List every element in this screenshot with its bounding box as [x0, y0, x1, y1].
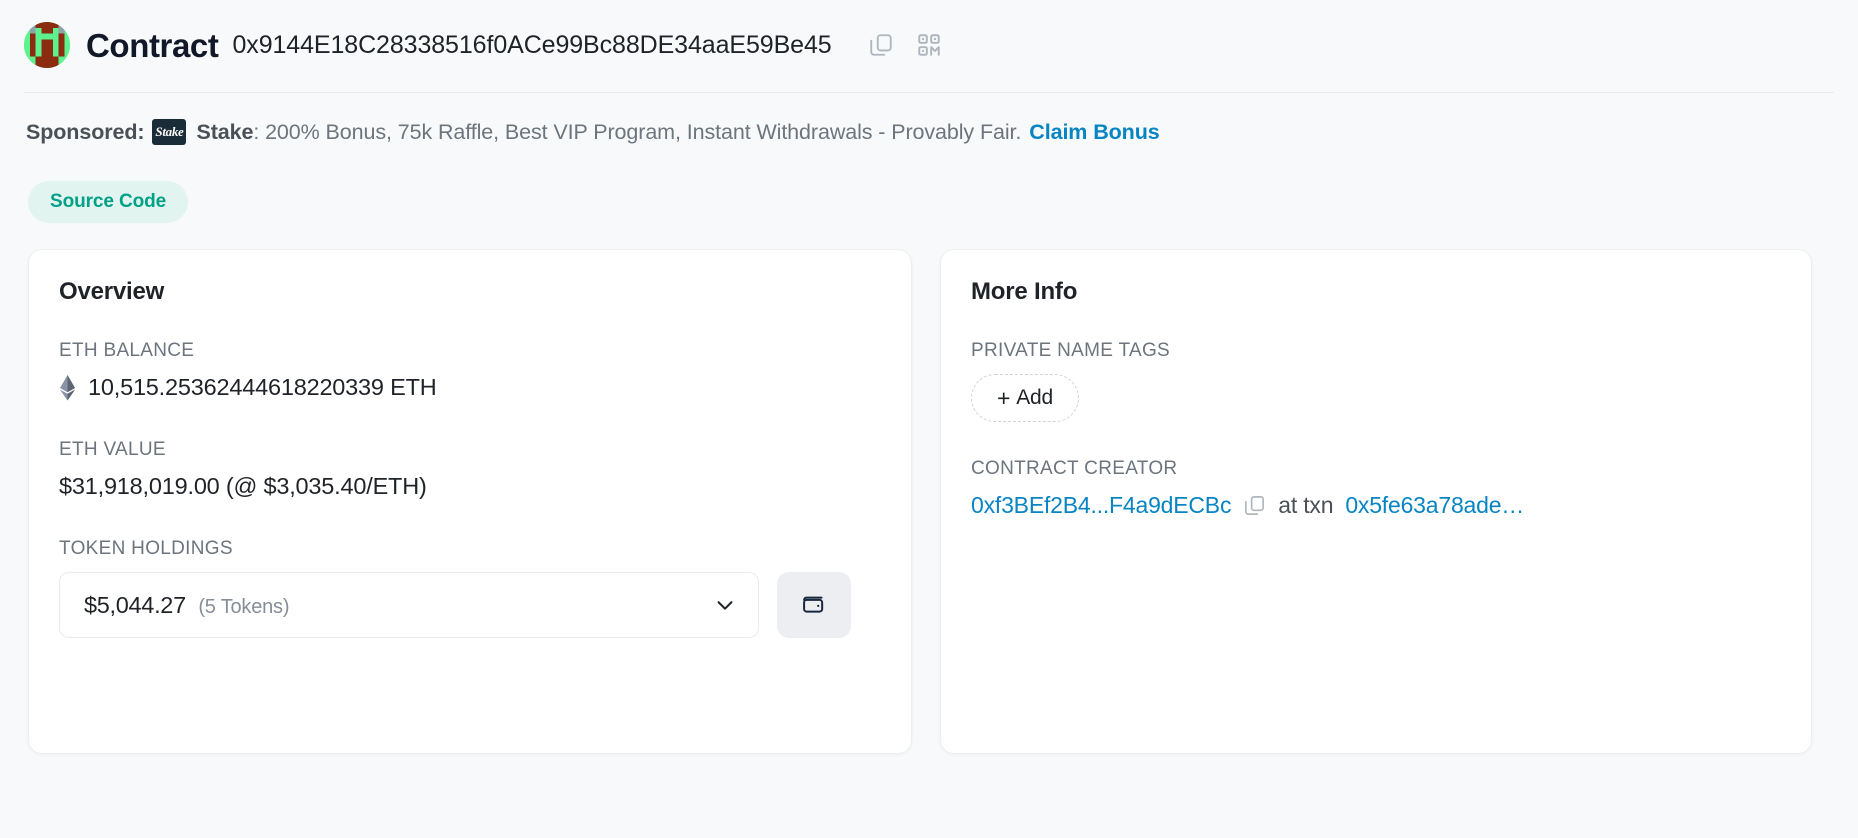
contract-creator-row: 0xf3BEf2B4...F4a9dECBc at txn 0x5fe63a78…	[971, 492, 1781, 519]
page-header: Contract 0x9144E18C28338516f0ACe99Bc88DE…	[0, 0, 1858, 72]
sponsor-message: : 200% Bonus, 75k Raffle, Best VIP Progr…	[253, 119, 1022, 144]
wallet-button[interactable]	[777, 572, 851, 638]
stake-logo-icon: Stake	[152, 119, 187, 145]
qr-code-icon[interactable]	[916, 32, 942, 58]
creation-txn-link[interactable]: 0x5fe63a78ade…	[1345, 492, 1524, 519]
eth-balance-label: ETH BALANCE	[59, 340, 195, 361]
tab-source-code[interactable]: Source Code	[28, 181, 189, 223]
eth-value-value: $31,918,019.00 (@ $3,035.40/ETH)	[59, 473, 427, 499]
token-holdings-label: TOKEN HOLDINGS	[59, 538, 233, 559]
stake-logo-text: Stake	[155, 124, 184, 139]
private-name-tags-label: PRIVATE NAME TAGS	[971, 340, 1171, 361]
contract-address: 0x9144E18C28338516f0ACe99Bc88DE34aaE59Be…	[232, 30, 832, 59]
more-info-card: More Info PRIVATE NAME TAGS + Add CONTRA…	[940, 249, 1812, 754]
contract-creator-label: CONTRACT CREATOR	[971, 458, 1178, 479]
tab-bar: Source Code	[0, 145, 1858, 223]
copy-icon[interactable]	[868, 32, 894, 58]
sponsor-name: Stake	[196, 119, 254, 144]
more-info-title: More Info	[971, 278, 1078, 305]
add-button-label: Add	[1016, 386, 1053, 409]
cards-row: Overview ETH BALANCE 10,515.253624446182…	[0, 223, 1858, 754]
overview-card: Overview ETH BALANCE 10,515.253624446182…	[28, 249, 912, 754]
at-txn-text: at txn	[1278, 492, 1334, 518]
claim-bonus-link[interactable]: Claim Bonus	[1029, 120, 1159, 145]
contract-page: Contract 0x9144E18C28338516f0ACe99Bc88DE…	[0, 0, 1858, 838]
creator-address-link[interactable]: 0xf3BEf2B4...F4a9dECBc	[971, 492, 1231, 519]
sponsored-label: Sponsored:	[26, 119, 145, 144]
ethereum-icon	[59, 374, 76, 401]
add-private-name-tag-button[interactable]: + Add	[971, 374, 1079, 422]
sponsored-banner: Sponsored: Stake Stake : 200% Bonus, 75k…	[0, 93, 1858, 145]
wallet-icon	[800, 590, 828, 621]
eth-value-label: ETH VALUE	[59, 439, 166, 460]
plus-icon: +	[997, 384, 1011, 411]
token-holdings-row: $5,044.27 (5 Tokens)	[59, 572, 881, 638]
eth-balance-value-row: 10,515.25362444618220339 ETH	[59, 374, 881, 401]
chevron-down-icon	[714, 594, 736, 616]
token-holdings-amount: $5,044.27	[84, 591, 186, 618]
copy-icon[interactable]	[1243, 494, 1266, 517]
token-holdings-count: (5 Tokens)	[198, 595, 290, 618]
contract-identicon-avatar	[24, 22, 70, 68]
token-holdings-dropdown[interactable]: $5,044.27 (5 Tokens)	[59, 572, 759, 638]
overview-title: Overview	[59, 278, 165, 305]
eth-balance-value: 10,515.25362444618220339 ETH	[88, 374, 437, 400]
page-title: Contract	[86, 26, 219, 64]
